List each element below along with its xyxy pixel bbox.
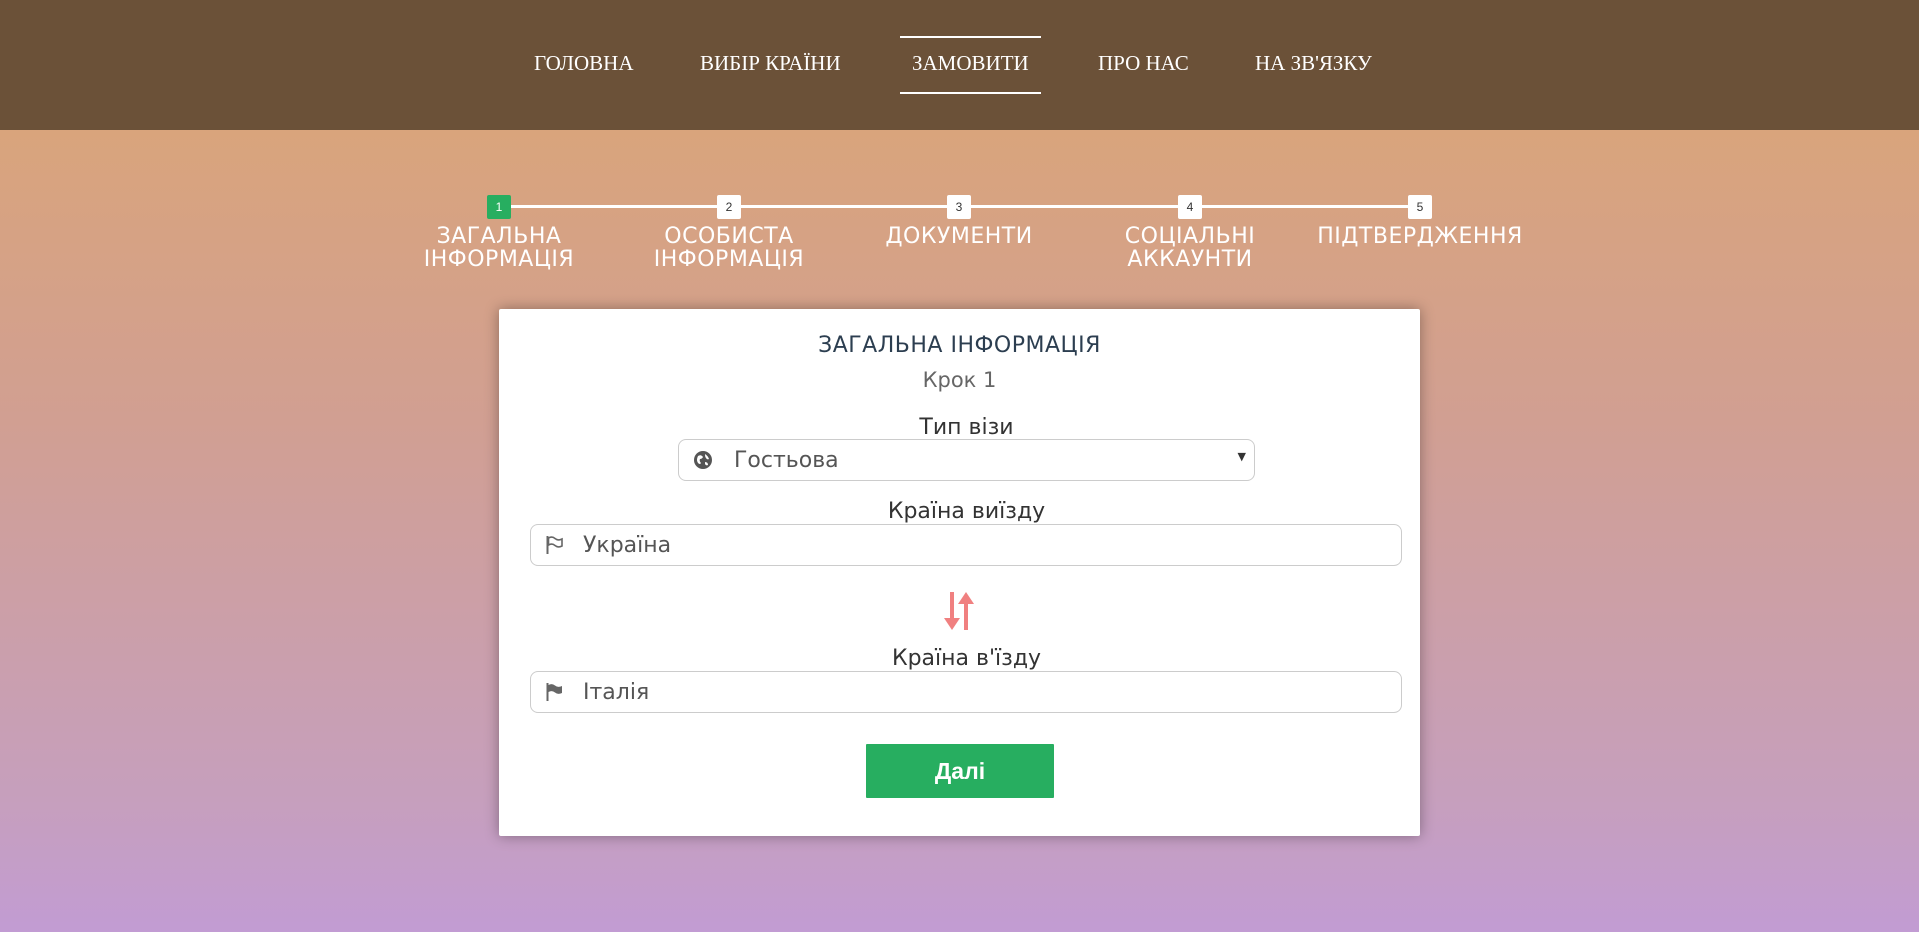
step-1-label-line1: ЗАГАЛЬНА <box>436 224 562 249</box>
swap-arrows-icon[interactable] <box>940 590 980 632</box>
step-3-label: ДОКУМЕНТИ <box>839 225 1079 248</box>
step-5-marker: 5 <box>1408 195 1432 219</box>
visa-type-select[interactable]: Гостьова ▼ <box>678 439 1255 481</box>
nav-item-about[interactable]: ПРО НАС <box>1098 36 1189 90</box>
step-1-label-line2: ІНФОРМАЦІЯ <box>423 247 575 272</box>
step-5-label: ПІДТВЕРДЖЕННЯ <box>1300 225 1540 248</box>
form-step-subtitle: Крок 1 <box>922 368 997 392</box>
departure-country-value: Україна <box>583 533 672 558</box>
step-4-label-line2: АККАУНТИ <box>1127 247 1253 272</box>
arrival-country-field[interactable]: Італія <box>530 671 1402 713</box>
step-1-marker: 1 <box>487 195 511 219</box>
step-4-marker: 4 <box>1178 195 1202 219</box>
flag-outline-icon <box>545 535 565 555</box>
globe-icon <box>693 450 713 470</box>
top-navigation-bar: ГОЛОВНА ВИБІР КРАЇНИ ЗАМОВИТИ ПРО НАС НА… <box>0 0 1919 130</box>
step-2-label: ОСОБИСТА ІНФОРМАЦІЯ <box>609 225 849 271</box>
departure-country-label: Країна виїзду <box>887 499 1046 524</box>
visa-type-value: Гостьова <box>734 448 839 473</box>
nav-item-home[interactable]: ГОЛОВНА <box>534 36 633 90</box>
step-2-label-line1: ОСОБИСТА <box>664 224 794 249</box>
form-card: ЗАГАЛЬНА ІНФОРМАЦІЯ Крок 1 Тип візи Гост… <box>499 309 1420 836</box>
arrival-country-label: Країна в'їзду <box>891 646 1042 671</box>
step-1-label: ЗАГАЛЬНА ІНФОРМАЦІЯ <box>379 225 619 271</box>
nav-item-order[interactable]: ЗАМОВИТИ <box>900 36 1041 94</box>
arrival-country-value: Італія <box>583 680 650 705</box>
departure-country-field[interactable]: Україна <box>530 524 1402 566</box>
chevron-down-icon: ▼ <box>1237 450 1246 463</box>
step-3-label-line1: ДОКУМЕНТИ <box>885 224 1033 249</box>
main-nav: ГОЛОВНА ВИБІР КРАЇНИ ЗАМОВИТИ ПРО НАС НА… <box>0 36 1919 94</box>
nav-item-choose-country[interactable]: ВИБІР КРАЇНИ <box>700 36 841 90</box>
step-2-marker: 2 <box>717 195 741 219</box>
next-button[interactable]: Далі <box>866 744 1054 798</box>
step-4-label: СОЦІАЛЬНІ АККАУНТИ <box>1070 225 1310 271</box>
step-5-label-line1: ПІДТВЕРДЖЕННЯ <box>1317 224 1523 249</box>
nav-item-contact[interactable]: НА ЗВ'ЯЗКУ <box>1255 36 1372 90</box>
visa-type-label: Тип візи <box>919 415 1014 440</box>
form-title: ЗАГАЛЬНА ІНФОРМАЦІЯ <box>818 333 1101 358</box>
step-4-label-line1: СОЦІАЛЬНІ <box>1124 224 1256 249</box>
step-3-marker: 3 <box>947 195 971 219</box>
step-2-label-line2: ІНФОРМАЦІЯ <box>653 247 805 272</box>
flag-solid-icon <box>545 682 565 702</box>
